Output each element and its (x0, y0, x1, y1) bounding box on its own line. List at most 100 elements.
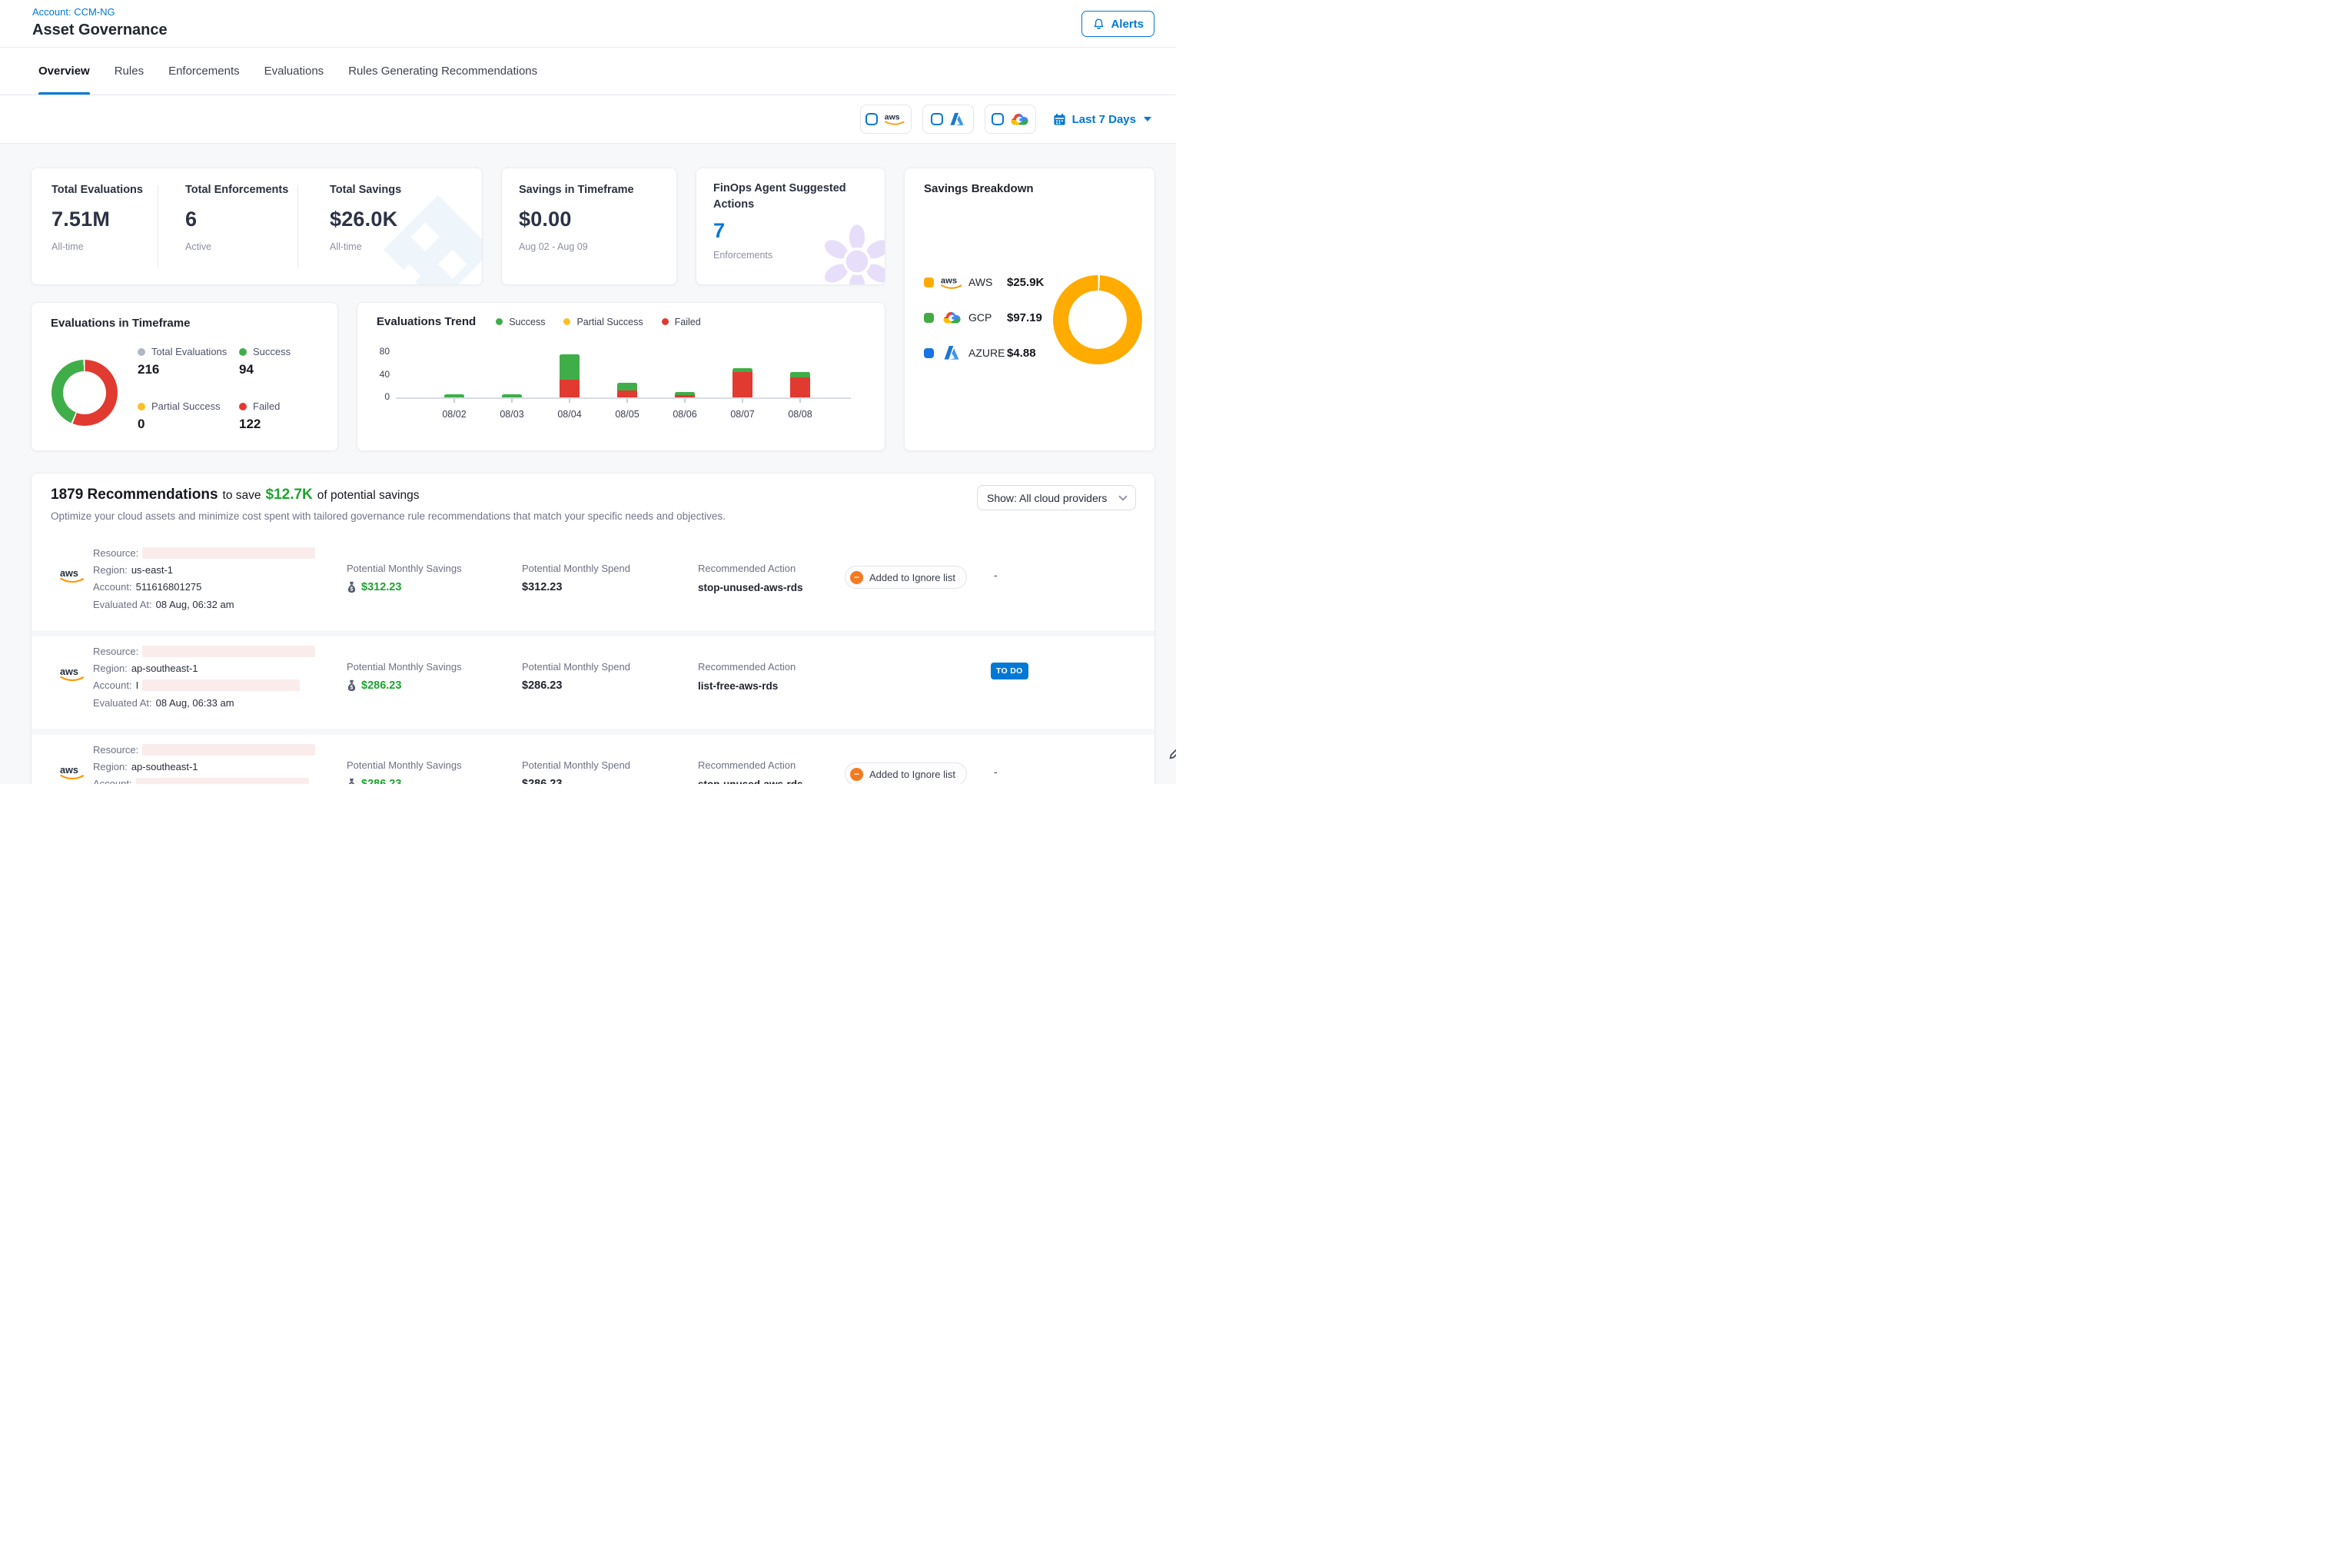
trend-title: Evaluations Trend (377, 315, 476, 328)
legend-value: 122 (239, 417, 331, 432)
page-title: Asset Governance (32, 22, 168, 39)
recommended-action: Recommended Actionstop-unused-aws-rds (698, 563, 803, 593)
provider-chip-azure[interactable] (922, 105, 974, 134)
added-to-ignore-pill[interactable]: −Added to Ignore list (845, 762, 967, 784)
stat-value: $0.00 (519, 208, 634, 231)
redacted-value (142, 744, 315, 756)
potential-monthly-savings: Potential Monthly Savings$$312.23 (347, 563, 462, 593)
tab-overview[interactable]: Overview (38, 48, 90, 95)
bar-failed-08/06 (675, 395, 695, 397)
money-bag-icon: $ (347, 581, 357, 593)
legend-value: 94 (239, 362, 331, 377)
stat-label: Total Evaluations (51, 184, 143, 196)
evaluations-timeframe-title: Evaluations in Timeframe (51, 317, 190, 330)
resource-details: Resource:Region:ap-southeast-1Account:Ev… (93, 741, 315, 784)
detail-label: Resource: (93, 547, 138, 559)
bar-failed-08/05 (617, 390, 637, 397)
legend-dot (138, 348, 145, 356)
cloud-provider-filter-label: Show: All cloud providers (987, 492, 1107, 504)
column-label: Potential Monthly Savings (347, 661, 462, 673)
breakdown-value: $97.19 (1007, 311, 1042, 324)
finops-actions-card: FinOps Agent Suggested Actions 7 Enforce… (696, 168, 885, 285)
detail-value: 08 Aug, 06:32 am (156, 599, 234, 610)
cloud-provider-filter-dropdown[interactable]: Show: All cloud providers (977, 485, 1136, 510)
legend-label: Partial Success (151, 400, 221, 412)
tab-enforcements[interactable]: Enforcements (168, 48, 240, 95)
legend-label: Total Evaluations (151, 346, 227, 357)
date-range-picker[interactable]: Last 7 Days (1053, 113, 1151, 126)
legend-label-row: Success (239, 346, 331, 357)
chevron-down-icon (1144, 117, 1151, 121)
resource-details: Resource:Region:ap-southeast-1Account:IE… (93, 643, 315, 711)
stat-caption: Enforcements (713, 250, 867, 261)
recommendations-suffix: of potential savings (317, 489, 420, 503)
money-bag-icon: $ (347, 679, 357, 692)
evaluations-timeframe-donut (51, 360, 118, 426)
action-value: stop-unused-aws-rds (698, 779, 803, 784)
detail-label: Account: (93, 778, 132, 784)
spend-value: $312.23 (522, 581, 630, 593)
aws-logo-icon: aws (59, 666, 85, 686)
breakdown-provider-label: AZURE (968, 347, 1007, 359)
bar-success-08/05 (617, 383, 637, 390)
azure-logo-icon (940, 345, 963, 360)
trend-legend: SuccessPartial SuccessFailed (496, 317, 700, 327)
x-label-08/08: 08/08 (773, 409, 827, 420)
detail-line: Region:us-east-1 (93, 561, 315, 578)
bar-failed-08/07 (733, 372, 752, 397)
tab-evaluations[interactable]: Evaluations (264, 48, 324, 95)
breakdown-provider-label: GCP (968, 311, 1007, 324)
svg-text:aws: aws (885, 114, 900, 122)
bar-failed-08/08 (790, 377, 810, 397)
trend-legend-success: Success (496, 317, 545, 327)
detail-line: Evaluated At:08 Aug, 06:32 am (93, 596, 315, 613)
provider-checkbox-gcp[interactable] (992, 113, 1004, 125)
detail-line: Account:511616801275 (93, 579, 315, 596)
y-tick-40: 40 (362, 369, 390, 380)
x-tick (742, 398, 743, 403)
column-label: Potential Monthly Spend (522, 759, 630, 771)
detail-value: ap-southeast-1 (131, 663, 198, 674)
account-breadcrumb[interactable]: Account: CCM-NG (32, 6, 115, 18)
edit-pencil-icon[interactable] (1168, 744, 1176, 765)
tab-rules-generating-recommendations[interactable]: Rules Generating Recommendations (348, 48, 537, 95)
stat-value: 7 (713, 219, 867, 243)
provider-checkbox-azure[interactable] (931, 113, 943, 125)
legend-value: 216 (138, 362, 239, 377)
savings-value-row: $$312.23 (347, 581, 462, 593)
svg-text:$: $ (350, 686, 354, 691)
stat-caption: Active (185, 241, 288, 252)
aws-logo-icon: aws (884, 112, 905, 125)
potential-monthly-savings: Potential Monthly Savings$$286.23 (347, 661, 462, 692)
detail-line: Resource: (93, 544, 315, 561)
stat-value: 6 (185, 208, 288, 231)
gridline-0 (396, 397, 851, 399)
provider-chip-aws[interactable]: aws (860, 105, 912, 134)
breakdown-row-aws: awsAWS$25.9K (924, 273, 1044, 291)
potential-monthly-spend: Potential Monthly Spend$286.23 (522, 759, 630, 784)
evaluations-trend-card: Evaluations Trend SuccessPartial Success… (357, 302, 885, 451)
legend-swatch (924, 277, 934, 287)
tab-rules[interactable]: Rules (115, 48, 144, 95)
alerts-button[interactable]: Alerts (1081, 11, 1154, 37)
recommendation-row[interactable]: awsResource:Region:us-east-1Account:5116… (32, 538, 1154, 630)
minus-circle-icon: − (850, 768, 863, 781)
redacted-value (136, 778, 309, 784)
stat-caption: All-time (51, 241, 143, 252)
detail-label: Region: (93, 761, 128, 772)
x-label-08/02: 08/02 (427, 409, 481, 420)
added-to-ignore-pill[interactable]: −Added to Ignore list (845, 566, 967, 589)
recommendation-row[interactable]: aws Resource:Region:ap-southeast-1Account… (32, 636, 1154, 729)
recommendations-tosave: to save (223, 489, 261, 503)
recommendation-row[interactable]: awsResource:Region:ap-southeast-1Account… (32, 735, 1154, 784)
potential-monthly-savings: Potential Monthly Savings$$286.23 (347, 759, 462, 784)
detail-line: Region:ap-southeast-1 (93, 659, 315, 676)
breakdown-row-gcp: GCP$97.19 (924, 308, 1044, 327)
provider-checkbox-aws[interactable] (865, 113, 878, 125)
provider-chip-gcp[interactable] (985, 105, 1036, 134)
legend-dot (563, 318, 570, 325)
timeframe-legend-partial-success: Partial Success0 (138, 400, 239, 432)
legend-label: Failed (253, 400, 280, 412)
asset-governance-page: Account: CCM-NG Asset Governance Alerts … (0, 0, 1176, 784)
bar-success-08/04 (560, 354, 580, 380)
